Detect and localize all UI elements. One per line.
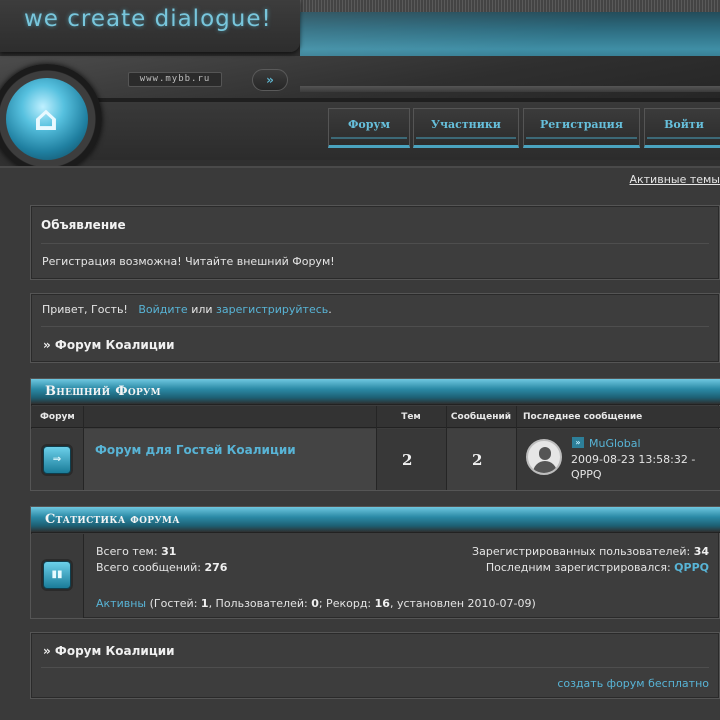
col-divider bbox=[83, 534, 84, 618]
category-title: Внешний Форум bbox=[45, 384, 161, 399]
col-divider bbox=[446, 406, 447, 490]
active-topics-link[interactable]: Активные темы bbox=[629, 173, 720, 186]
divider bbox=[41, 326, 709, 327]
logo-plate: we create dialogue! bbox=[0, 0, 300, 52]
nav-forum-button[interactable]: Форум bbox=[328, 108, 410, 148]
stat-total-posts: Всего сообщений: 276 bbox=[96, 561, 228, 574]
footer-panel: » Форум Коалиции создать форум бесплатно bbox=[30, 632, 720, 699]
stats-header: Статистика форума bbox=[31, 507, 720, 533]
forum-name-link[interactable]: Форум для Гостей Коалиции bbox=[95, 443, 296, 457]
go-arrow-icon[interactable]: » bbox=[252, 69, 288, 91]
greeting-panel: Привет, Гость! Войдите или зарегистрируй… bbox=[30, 293, 720, 363]
col-posts: Сообщений bbox=[450, 412, 512, 422]
header-swoosh bbox=[0, 56, 720, 100]
announcement-text: Регистрация возможна! Читайте внешний Фо… bbox=[42, 255, 335, 268]
login-link[interactable]: Войдите bbox=[138, 303, 187, 316]
last-post-user-link[interactable]: MuGlobal bbox=[589, 437, 641, 450]
divider bbox=[41, 243, 709, 244]
announcement-title: Объявление bbox=[41, 218, 126, 232]
forum-logo-icon: ⌂ bbox=[33, 99, 59, 139]
col-forum: Форум bbox=[40, 412, 75, 422]
col-divider bbox=[83, 406, 84, 490]
nav-members-button[interactable]: Участники bbox=[413, 108, 519, 148]
col-divider bbox=[516, 406, 517, 490]
last-post-date: 2009-08-23 13:58:32 - bbox=[571, 453, 696, 466]
last-registered-user-link[interactable]: QPPQ bbox=[674, 561, 709, 574]
forum-status-icon[interactable]: ⇒ bbox=[43, 446, 71, 474]
greeting-dot: . bbox=[328, 303, 332, 316]
goto-post-icon[interactable]: » bbox=[572, 437, 584, 448]
user-avatar[interactable] bbox=[526, 439, 562, 475]
online-users-link[interactable]: Активны bbox=[96, 597, 146, 610]
create-forum-link[interactable]: создать форум бесплатно bbox=[557, 677, 709, 690]
header-divider bbox=[0, 166, 720, 168]
category-header[interactable]: Внешний Форум bbox=[31, 379, 720, 405]
stat-last-registered: Последним зарегистрировался: QPPQ bbox=[485, 561, 709, 574]
footer-forum-title-link[interactable]: » Форум Коалиции bbox=[43, 644, 175, 658]
posts-count: 2 bbox=[472, 451, 483, 469]
stats-chart-icon: ▮▮ bbox=[43, 561, 71, 589]
col-divider bbox=[376, 406, 377, 490]
register-link[interactable]: зарегистрируйтесь bbox=[216, 303, 328, 316]
nav-register-button[interactable]: Регистрация bbox=[523, 108, 640, 148]
stat-registered-users: Зарегистрированных пользователей: 34 bbox=[472, 545, 709, 558]
stat-total-topics: Всего тем: 31 bbox=[96, 545, 177, 558]
topics-count: 2 bbox=[402, 451, 413, 469]
col-last-post: Последнее сообщение bbox=[523, 412, 643, 422]
forum-title-link[interactable]: » Форум Коалиции bbox=[43, 338, 175, 352]
nav-login-button[interactable]: Войти bbox=[644, 108, 720, 148]
col-topics: Тем bbox=[401, 412, 421, 422]
greeting-line: Привет, Гость! Войдите или зарегистрируй… bbox=[42, 303, 332, 316]
stat-online: Активны (Гостей: 1, Пользователей: 0; Ре… bbox=[96, 597, 536, 610]
greeting-or: или bbox=[191, 303, 213, 316]
site-url[interactable]: www.mybb.ru bbox=[128, 72, 222, 87]
site-header: we create dialogue! www.mybb.ru » ⌂ Фору… bbox=[0, 0, 720, 168]
category-panel: Внешний Форум Форум Тем Сообщений Послед… bbox=[30, 378, 720, 491]
last-post-author: QPPQ bbox=[571, 468, 602, 481]
stats-title: Статистика форума bbox=[45, 512, 180, 527]
announcement-panel: Объявление Регистрация возможна! Читайте… bbox=[30, 205, 720, 280]
divider bbox=[41, 667, 709, 668]
forum-name-cell bbox=[83, 429, 376, 490]
logo-text: we create dialogue! bbox=[24, 6, 272, 32]
greeting-text: Привет, Гость! bbox=[42, 303, 128, 316]
stats-panel: Статистика форума ▮▮ Всего тем: 31 Всего… bbox=[30, 506, 720, 619]
